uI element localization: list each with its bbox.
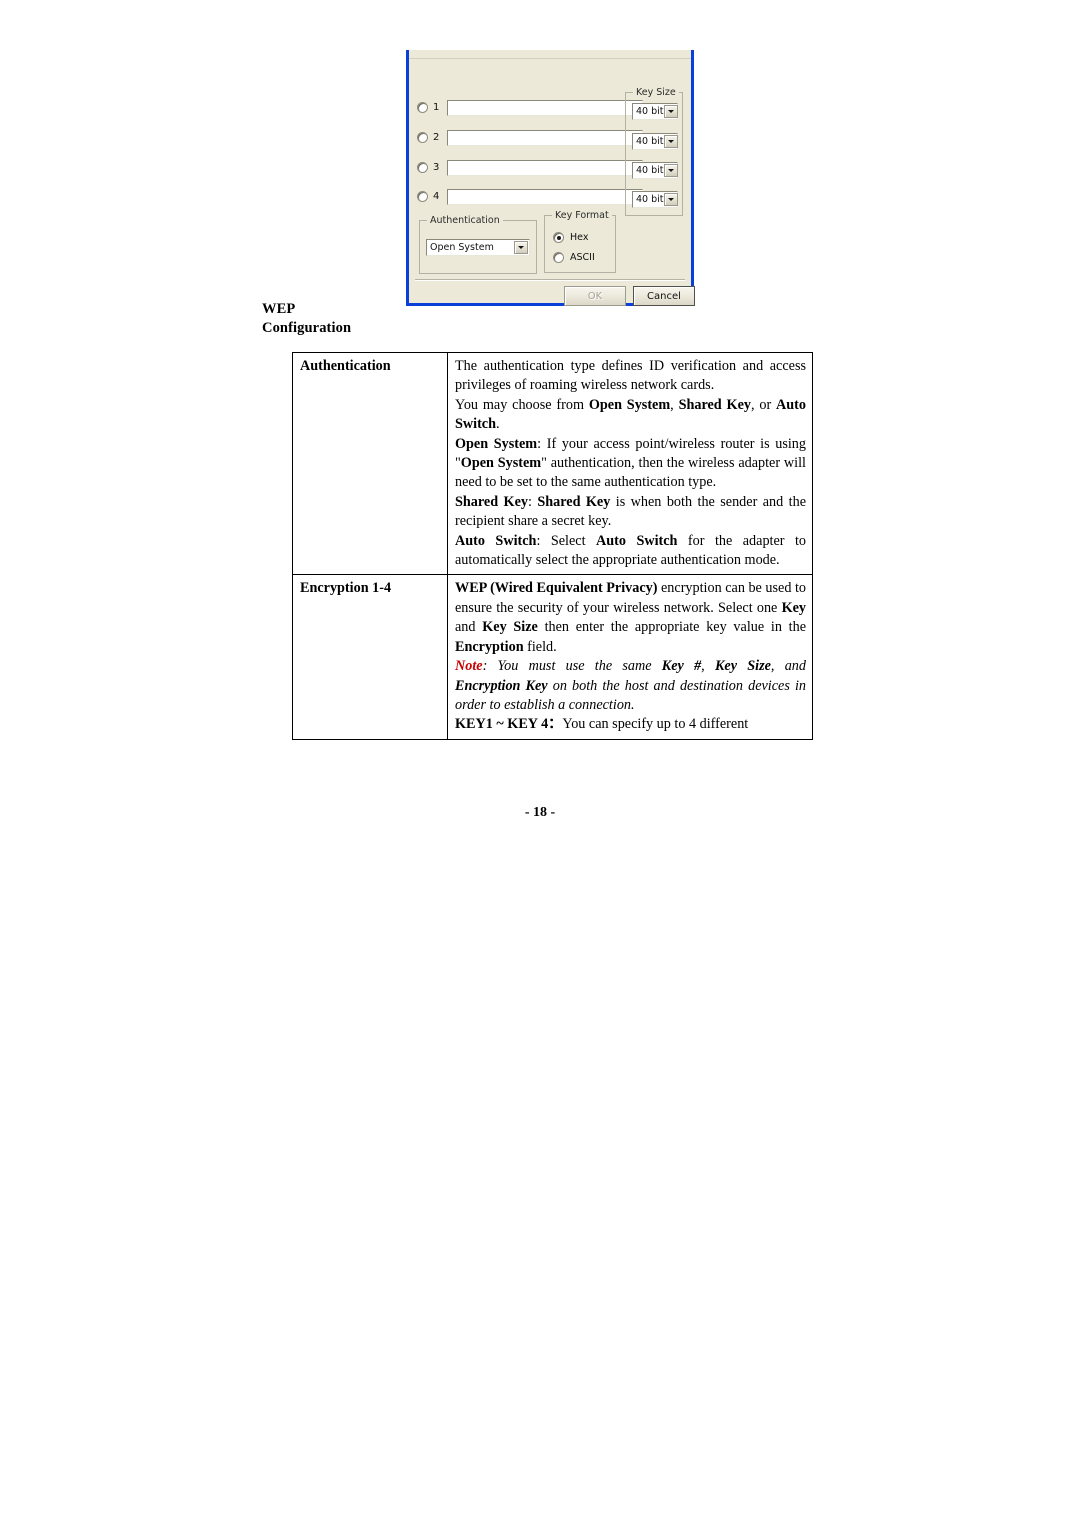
key-size-value-4: 40 bit [636,194,664,205]
chevron-down-icon[interactable] [663,105,678,118]
enc-p3-a: KEY1 ~ KEY 4 [455,716,549,733]
ascii-label: ASCII [570,252,595,263]
row-desc-encryption: WEP (Wired Equivalent Privacy) encryptio… [447,574,813,740]
key-size-group-label: Key Size [633,87,679,98]
key-size-select-2[interactable]: 40 bit [632,133,678,150]
key-row[interactable]: 1 [417,98,643,117]
auth-p4-c: Shared Key [537,493,611,510]
chevron-down-icon[interactable] [514,241,528,254]
chevron-down-icon[interactable] [663,164,678,177]
key-size-select-1[interactable]: 40 bit [632,103,678,120]
ascii-radio[interactable] [553,252,564,263]
table-row: Encryption 1-4 WEP (Wired Equivalent Pri… [292,574,813,740]
enc-paragraph-1: WEP (Wired Equivalent Privacy) encryptio… [455,579,806,657]
key-label-4: 4 [433,191,440,202]
auth-paragraph-1: The authentication type defines ID verif… [455,357,806,396]
enc-p2-e: , and [770,658,806,675]
key-row[interactable]: 3 [417,158,643,177]
auth-p2-d: Shared Key [678,396,751,413]
auth-p2-b: Open System [588,396,671,413]
chevron-down-icon[interactable] [663,135,678,148]
enc-p2-a: : You must use the same [482,658,662,675]
row-desc-authentication: The authentication type defines ID verif… [447,351,813,576]
auth-p2-c: , [670,396,679,413]
auth-p2-g: . [496,416,500,433]
auth-p3-a: Open System [455,435,538,452]
auth-p3-c: Open System [460,455,542,472]
key-radio-3[interactable] [417,162,428,173]
chevron-down-icon[interactable] [663,193,678,206]
enc-p3-b: ： [548,716,563,733]
key-row[interactable]: 2 [417,128,643,147]
key-row[interactable]: 4 [417,187,643,206]
enc-p1-h: field. [523,638,557,655]
auth-paragraph-5: Auto Switch: Select Auto Switch for the … [455,532,806,571]
dialog-top-strip [409,50,691,59]
key-format-option-hex[interactable]: Hex [553,232,588,243]
wep-configuration-dialog: 1 2 3 4 Key Size 40 bit 40 bit 40 bit 40… [406,50,695,306]
enc-paragraph-keys: KEY1 ~ KEY 4：You can specify up to 4 dif… [455,715,806,734]
key-label-1: 1 [433,102,440,113]
auth-p5-a: Auto Switch [455,532,537,549]
cancel-button[interactable]: Cancel [633,286,695,306]
enc-p2-f: Encryption Key [455,677,548,694]
key-size-select-3[interactable]: 40 bit [632,162,678,179]
row-label-authentication: Authentication [292,351,448,576]
enc-p1-d: and [455,619,483,636]
authentication-group-label: Authentication [427,215,503,226]
key-radio-4[interactable] [417,191,428,202]
enc-p2-d: Key Size [714,658,771,675]
auth-paragraph-3: Open System: If your access point/wirele… [455,435,806,493]
auth-p2-a: You may choose from [455,396,589,413]
enc-p2-c: , [701,658,715,675]
key-radio-2[interactable] [417,132,428,143]
key-input-1[interactable] [447,99,643,116]
key-input-4[interactable] [447,188,643,205]
authentication-select[interactable]: Open System [426,239,530,256]
dialog-separator [415,279,685,280]
section-label: WEP Configuration [262,300,392,337]
key-size-value-2: 40 bit [636,136,664,147]
auth-p2-e: , or [750,396,777,413]
section-label-line1: WEP [262,301,296,317]
enc-p1-a: WEP (Wired Equivalent Privacy) [455,580,658,597]
key-input-2[interactable] [447,129,643,146]
wep-configuration-table: Authentication The authentication type d… [292,351,813,740]
page-number: - 18 - [524,805,556,820]
key-input-3[interactable] [447,159,643,176]
auth-p4-b: : [527,493,538,510]
enc-p1-e: Key Size [482,619,538,636]
enc-p1-c: Key [781,599,806,616]
auth-p5-c: Auto Switch [596,532,678,549]
key-label-3: 3 [433,162,440,173]
enc-p2-b: Key # [661,658,702,675]
enc-p1-f: then enter the appropriate key value in … [537,619,806,636]
auth-p5-b: : Select [536,532,597,549]
key-size-value-3: 40 bit [636,165,664,176]
row-label-encryption: Encryption 1-4 [292,574,448,740]
enc-p3-c: You can specify up to 4 different [562,716,749,733]
key-format-group-label: Key Format [552,210,612,221]
key-label-2: 2 [433,132,440,143]
authentication-group: Authentication Open System [419,215,537,274]
hex-radio[interactable] [553,232,564,243]
key-radio-1[interactable] [417,102,428,113]
auth-paragraph-4: Shared Key: Shared Key is when both the … [455,493,806,532]
key-format-option-ascii[interactable]: ASCII [553,252,595,263]
authentication-value: Open System [430,242,494,253]
enc-p1-g: Encryption [455,638,524,655]
enc-paragraph-note: Note: You must use the same Key #, Key S… [455,657,806,715]
key-size-group: Key Size 40 bit 40 bit 40 bit 40 bit [625,87,683,216]
auth-paragraph-2: You may choose from Open System, Shared … [455,396,806,435]
auth-p1-text: The authentication type defines ID verif… [455,358,806,394]
note-keyword: Note [455,658,483,675]
ok-button[interactable]: OK [564,286,626,306]
section-label-line2: Configuration [262,319,352,336]
key-size-select-4[interactable]: 40 bit [632,191,678,208]
hex-label: Hex [570,232,589,243]
key-size-value-1: 40 bit [636,106,664,117]
key-format-group: Key Format Hex ASCII [544,210,616,273]
auth-p4-a: Shared Key [455,493,528,510]
table-row: Authentication The authentication type d… [292,351,813,576]
